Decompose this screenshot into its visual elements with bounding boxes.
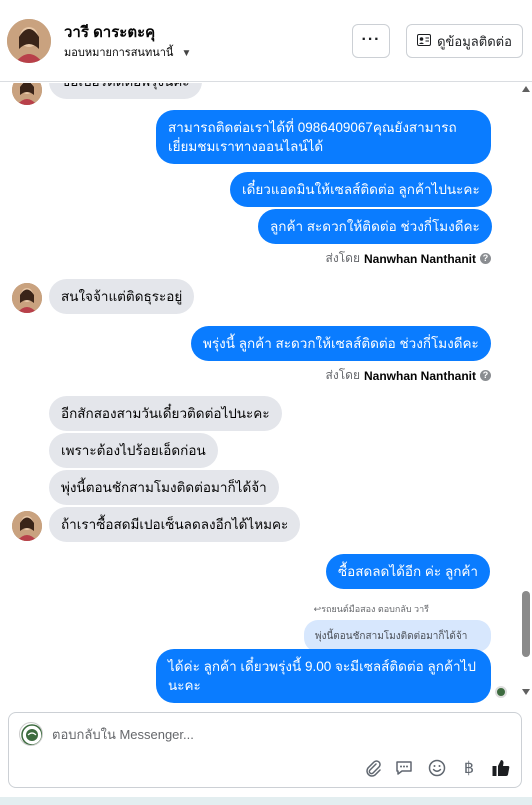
contact-avatar-small bbox=[12, 283, 42, 313]
assign-conversation-dropdown[interactable]: มอบหมายการสนทนานี้ ▼ bbox=[64, 43, 191, 61]
baht-icon[interactable]: ฿ bbox=[458, 757, 480, 779]
message-bubble-outgoing[interactable]: ซื้อสดลดได้อีก ค่ะ ลูกค้า bbox=[326, 554, 490, 589]
contact-info-label: ดูข้อมูลติดต่อ bbox=[437, 33, 512, 49]
message-thread[interactable]: ขอเบอร์ติดต่อพรุ่งนี้ค่ะ สามารถติดต่อเรา… bbox=[0, 83, 520, 705]
emoji-icon[interactable] bbox=[426, 757, 448, 779]
message-bubble-outgoing[interactable]: ลูกค้า สะดวกให้ติดต่อ ช่วงกี่โมงดีคะ bbox=[258, 209, 492, 244]
contact-avatar-small bbox=[12, 511, 42, 541]
message-bubble-incoming[interactable]: สนใจจ้าแต่ติดธุระอยู่ bbox=[49, 279, 195, 314]
message-bubble-incoming[interactable]: อีกสักสองสามวันเดี๋ยวติดต่อไปนะคะ bbox=[49, 396, 282, 431]
info-icon[interactable]: ? bbox=[480, 253, 491, 264]
sent-by-label: ส่งโดย Nanwhan Nanthanit ? bbox=[326, 249, 491, 268]
scrollbar-thumb[interactable] bbox=[522, 591, 530, 657]
message-bubble-incoming[interactable]: พุ่งนี้ตอนชักสามโมงติดต่อมาก็ได้จ้า bbox=[49, 470, 279, 505]
assign-label: มอบหมายการสนทนานี้ bbox=[64, 47, 174, 59]
chevron-down-icon: ▼ bbox=[181, 48, 192, 59]
bottom-strip bbox=[0, 797, 532, 805]
message-bubble-outgoing[interactable]: เดี๋ยวแอดมินให้เซลส์ติดต่อ ลูกค้าไปนะคะ bbox=[230, 172, 492, 207]
message-bubble-incoming[interactable]: เพราะต้องไปร้อยเอ็ดก่อน bbox=[49, 433, 218, 468]
contact-name[interactable]: วารี ดาระตะคุ bbox=[64, 20, 155, 44]
sent-by-prefix: ส่งโดย bbox=[325, 368, 360, 382]
page-avatar bbox=[19, 722, 43, 746]
contact-card-icon bbox=[417, 33, 432, 49]
paperclip-icon[interactable] bbox=[362, 757, 384, 779]
message-bubble-incoming[interactable]: ถ้าเราซื้อสดมีเปอเซ็นลดลงอีกได้ไหมคะ bbox=[49, 507, 301, 542]
info-icon[interactable]: ? bbox=[480, 370, 491, 381]
sent-by-prefix: ส่งโดย bbox=[325, 251, 360, 265]
read-receipt-avatar bbox=[495, 686, 507, 698]
thumbs-up-icon[interactable] bbox=[490, 757, 512, 779]
message-input[interactable] bbox=[52, 727, 492, 742]
thread-scrollbar[interactable] bbox=[520, 83, 532, 705]
message-bubble-outgoing[interactable]: ได้ค่ะ ลูกค้า เดี๋ยวพรุ่งนี้ 9.00 จะมีเซ… bbox=[156, 649, 491, 703]
quoted-message[interactable]: พุ่งนี้ตอนชักสามโมงติดต่อมาก็ได้จ้า bbox=[304, 620, 491, 652]
sent-by-label: ส่งโดย Nanwhan Nanthanit ? bbox=[326, 366, 491, 385]
sent-by-name: Nanwhan Nanthanit bbox=[363, 251, 476, 266]
more-options-button[interactable]: ··· bbox=[352, 24, 390, 58]
message-bubble-outgoing[interactable]: สามารถติดต่อเราได้ที่ 0986409067คุณยังสา… bbox=[156, 110, 491, 164]
contact-avatar-small bbox=[12, 83, 42, 105]
message-bubble-incoming[interactable]: ขอเบอร์ติดต่อพรุ่งนี้ค่ะ bbox=[49, 83, 202, 99]
sent-by-name: Nanwhan Nanthanit bbox=[363, 368, 476, 383]
contact-info-button[interactable]: ดูข้อมูลติดต่อ bbox=[406, 24, 523, 58]
reply-context-label: ↩รถยนต์มือสอง ตอบกลับ วารี bbox=[313, 604, 429, 614]
conversation-header: วารี ดาระตะคุ มอบหมายการสนทนานี้ ▼ ··· ด… bbox=[0, 0, 532, 82]
scroll-up-arrow-icon[interactable] bbox=[522, 86, 530, 92]
chat-bubble-icon[interactable] bbox=[393, 757, 415, 779]
message-bubble-outgoing[interactable]: พรุ่งนี้ ลูกค้า สะดวกให้เซลส์ติดต่อ ช่วง… bbox=[191, 326, 491, 361]
reply-composer: ฿ bbox=[8, 712, 522, 788]
scroll-down-arrow-icon[interactable] bbox=[522, 689, 530, 695]
contact-avatar[interactable] bbox=[7, 19, 51, 63]
